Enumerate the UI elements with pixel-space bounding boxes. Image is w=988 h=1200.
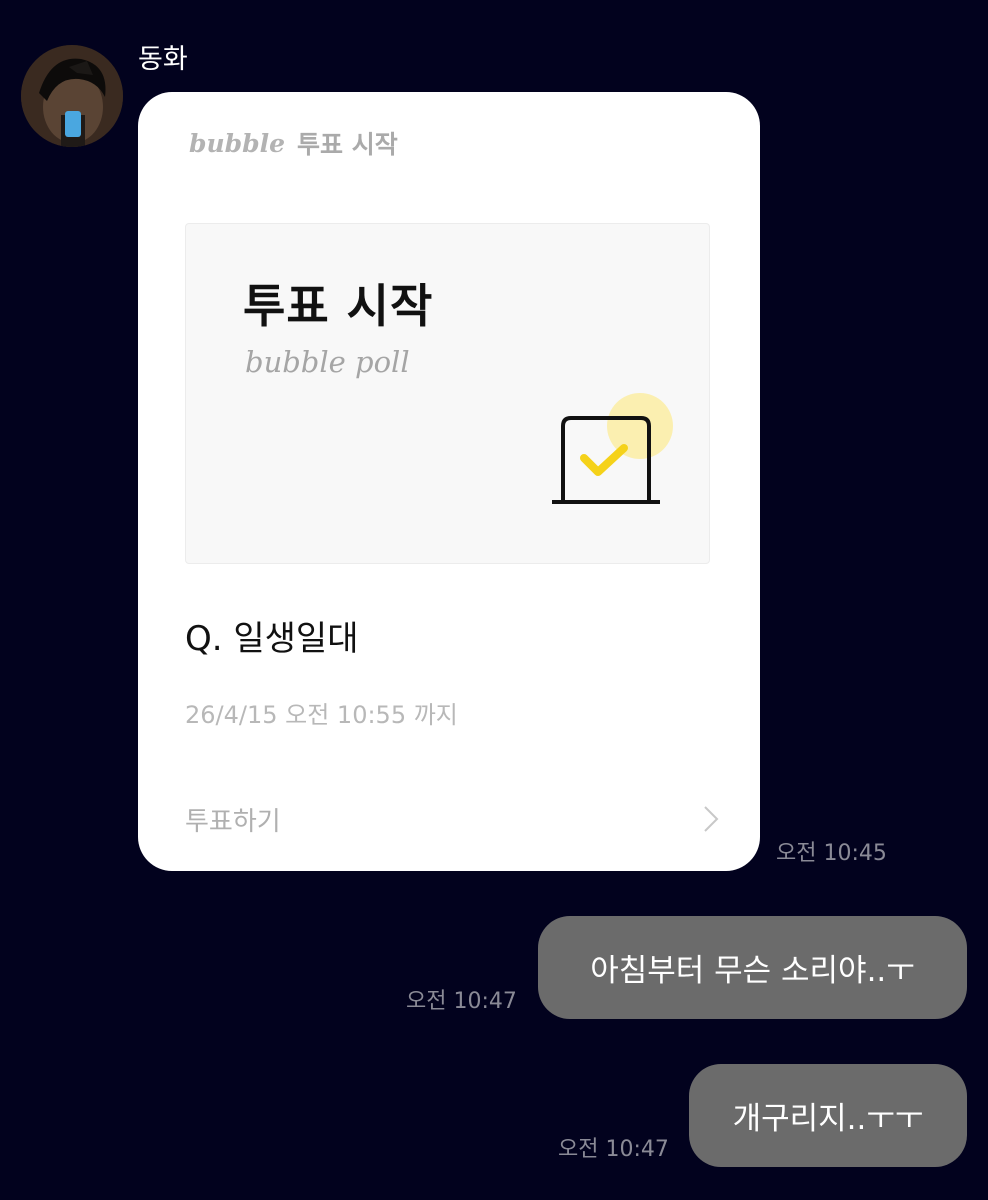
- message-text: 개구리지..ㅜㅜ: [732, 1101, 924, 1137]
- banner-title: 투표 시작: [243, 279, 434, 333]
- sender-name: 동화: [138, 44, 188, 75]
- vote-button[interactable]: 투표하기: [185, 794, 720, 844]
- poll-card[interactable]: bubble 투표 시작 투표 시작 bubble poll Q. 일생일대 2…: [138, 92, 760, 871]
- bubble-brand-logo: bubble: [189, 128, 286, 158]
- card-header: bubble 투표 시작: [189, 122, 398, 164]
- message-time: 오전 10:47: [406, 989, 517, 1014]
- sender-avatar[interactable]: [21, 45, 123, 147]
- poll-banner: 투표 시작 bubble poll: [185, 223, 710, 564]
- outgoing-message-bubble[interactable]: 개구리지..ㅜㅜ: [689, 1064, 967, 1167]
- poll-question: Q. 일생일대: [185, 619, 359, 659]
- message-time: 오전 10:47: [558, 1137, 669, 1162]
- card-header-title: 투표 시작: [297, 130, 398, 159]
- vote-button-label: 투표하기: [185, 806, 281, 837]
- poll-deadline: 26/4/15 오전 10:55 까지: [185, 701, 458, 729]
- message-text: 아침부터 무슨 소리야..ㅜ: [590, 953, 915, 989]
- message-time: 오전 10:45: [776, 841, 887, 866]
- ballot-check-icon: [552, 393, 673, 504]
- banner-subtitle: bubble poll: [245, 345, 410, 379]
- avatar-photo: [21, 45, 123, 147]
- chevron-right-icon: [704, 806, 719, 832]
- outgoing-message-bubble[interactable]: 아침부터 무슨 소리야..ㅜ: [538, 916, 967, 1019]
